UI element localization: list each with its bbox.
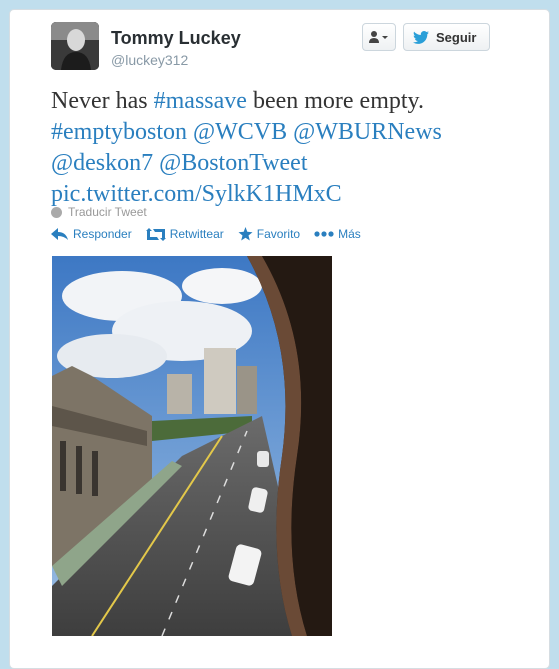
reply-label: Responder: [73, 227, 132, 241]
tweet-line-1: Never has #massave been more empty.: [51, 86, 481, 117]
hashtag-link[interactable]: #massave: [154, 88, 247, 114]
tweet-line-3: @deskon7 @BostonTweet: [51, 148, 481, 179]
more-button[interactable]: Más: [314, 227, 361, 241]
hashtag-link[interactable]: #emptyboston: [51, 119, 187, 145]
tweet-text-segment: been more empty.: [246, 88, 424, 114]
favorite-label: Favorito: [256, 227, 301, 241]
tweet-actions: Responder Retwittear Favorito Más: [51, 227, 375, 241]
mention-link[interactable]: @WBURNews: [293, 119, 442, 145]
follow-label: Seguir: [436, 29, 477, 45]
tweet-text-segment: Never has: [51, 88, 154, 114]
reply-icon: [51, 228, 68, 240]
mention-link[interactable]: @BostonTweet: [159, 150, 307, 176]
display-name[interactable]: Tommy Luckey: [111, 28, 241, 49]
screen-name[interactable]: @luckey312: [111, 52, 188, 68]
person-icon: [369, 31, 388, 43]
translate-label: Traducir Tweet: [68, 205, 147, 219]
chevron-down-icon: [382, 36, 388, 39]
tweet-line-2: #emptyboston @WCVB @WBURNews: [51, 117, 481, 148]
more-dots-icon: [314, 231, 334, 237]
retweet-button[interactable]: Retwittear: [145, 227, 224, 241]
twitter-bird-icon: [413, 30, 429, 44]
favorite-button[interactable]: Favorito: [238, 227, 300, 241]
avatar[interactable]: [51, 22, 99, 70]
tweet-text: Never has #massave been more empty. #emp…: [51, 86, 481, 210]
star-icon: [238, 227, 253, 241]
mention-link[interactable]: @WCVB: [193, 119, 287, 145]
user-actions-dropdown[interactable]: [362, 23, 396, 51]
reply-button[interactable]: Responder: [51, 227, 132, 241]
mention-link[interactable]: @deskon7: [51, 150, 153, 176]
more-label: Más: [338, 227, 361, 241]
translate-tweet[interactable]: Traducir Tweet: [51, 205, 147, 219]
globe-icon: [51, 206, 62, 218]
retweet-icon: [145, 227, 166, 241]
tweet-photo[interactable]: [52, 256, 332, 636]
pic-link[interactable]: pic.twitter.com/SylkK1HMxC: [51, 181, 342, 207]
follow-button[interactable]: Seguir: [403, 23, 490, 51]
retweet-label: Retwittear: [169, 227, 224, 241]
